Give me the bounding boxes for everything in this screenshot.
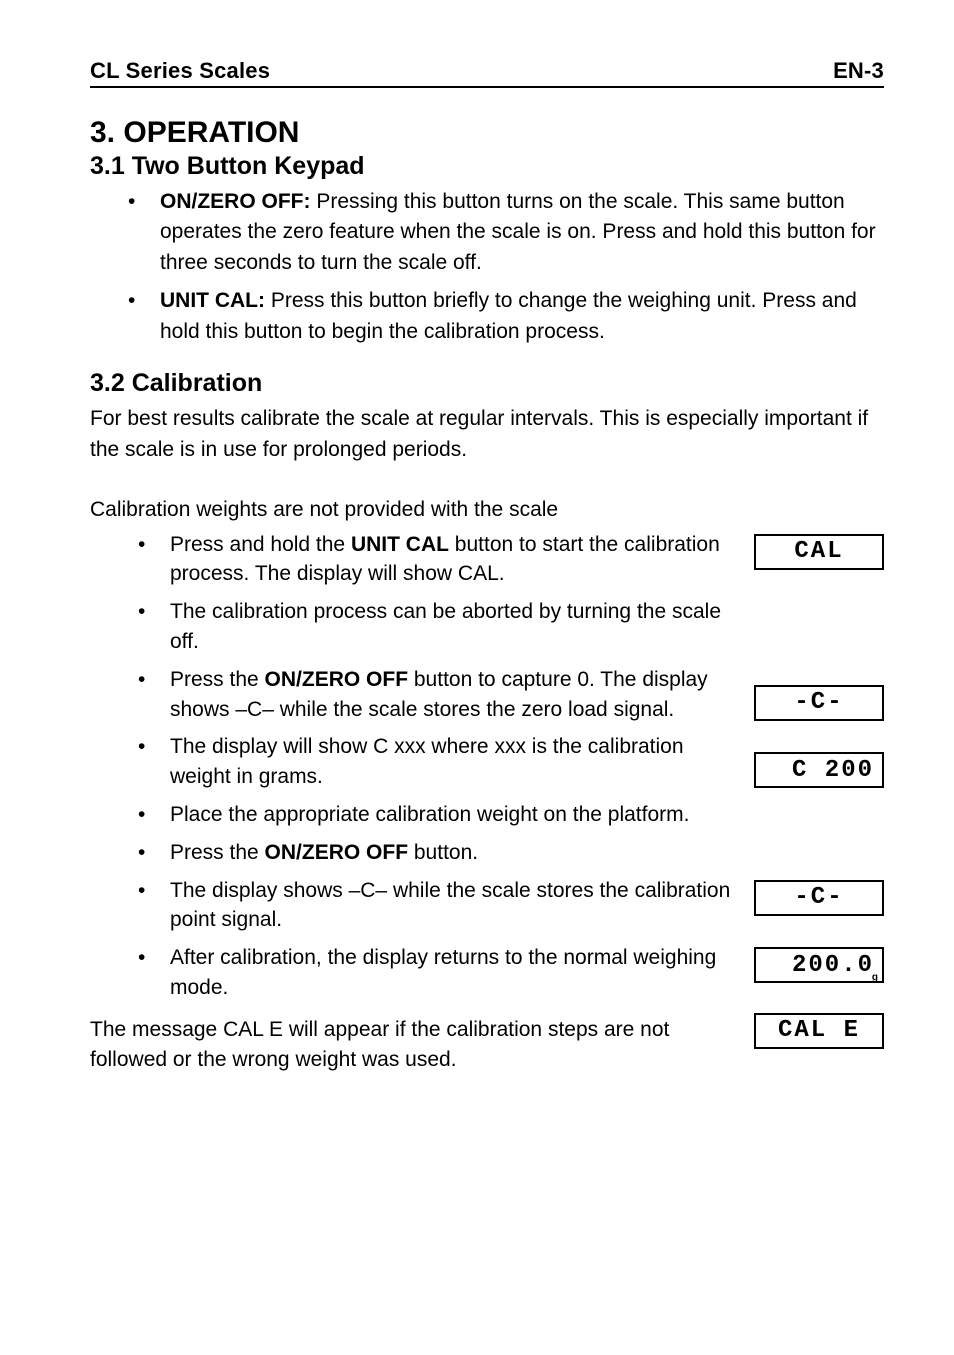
cal-step-3: Press the ON/ZERO OFF button to capture … [138, 665, 732, 725]
cal-step-2: The calibration process can be aborted b… [138, 597, 732, 657]
display-c-dash-2: -C- [754, 880, 884, 916]
cal-step-1: Press and hold the UNIT CAL button to st… [138, 530, 732, 590]
calibration-intro: For best results calibrate the scale at … [90, 404, 884, 465]
cal-step-6: Press the ON/ZERO OFF button. [138, 838, 732, 868]
cal-step-1-bold: UNIT CAL [351, 533, 449, 556]
cal-step-8: After calibration, the display returns t… [138, 943, 732, 1003]
cal-step-7-pre: The display shows –C– while the scale st… [170, 879, 730, 932]
cal-step-8-pre: After calibration, the display returns t… [170, 946, 716, 999]
cal-step-5: Place the appropriate calibration weight… [138, 800, 732, 830]
display-c-dash: -C- [754, 685, 884, 721]
cal-step-6-post: button. [408, 841, 478, 864]
display-200-0-value: 200.0 [792, 952, 874, 979]
display-200-0: 200.0 g [754, 947, 884, 983]
display-200-0-unit: g [872, 972, 878, 983]
subsection-calibration-heading: 3.2 Calibration [90, 369, 884, 398]
cal-step-3-pre: Press the [170, 668, 265, 691]
keypad-item-unitcal: UNIT CAL: Press this button briefly to c… [128, 286, 884, 347]
header-page: EN-3 [833, 58, 884, 84]
cal-step-1-pre: Press and hold the [170, 533, 351, 556]
cal-step-3-bold: ON/ZERO OFF [265, 668, 409, 691]
cal-step-6-bold: ON/ZERO OFF [265, 841, 409, 864]
display-c-200: C 200 [754, 752, 884, 788]
keypad-item-onzero: ON/ZERO OFF: Pressing this button turns … [128, 187, 884, 278]
onzero-label: ON/ZERO OFF: [160, 190, 311, 213]
page-header: CL Series Scales EN-3 [90, 58, 884, 88]
unitcal-label: UNIT CAL: [160, 289, 265, 312]
display-cal: CAL [754, 534, 884, 570]
cal-step-4-pre: The display will show C xxx where xxx is… [170, 735, 684, 788]
cal-step-6-pre: Press the [170, 841, 265, 864]
header-title: CL Series Scales [90, 58, 270, 84]
display-cal-e: CAL E [754, 1013, 884, 1049]
cal-step-5-pre: Place the appropriate calibration weight… [170, 803, 689, 826]
cal-step-2-pre: The calibration process can be aborted b… [170, 600, 721, 653]
keypad-list: ON/ZERO OFF: Pressing this button turns … [90, 187, 884, 347]
subsection-keypad-heading: 3.1 Two Button Keypad [90, 152, 884, 181]
cal-step-4: The display will show C xxx where xxx is… [138, 732, 732, 792]
unitcal-text: Press this button briefly to change the … [160, 289, 857, 342]
calibration-error-note: The message CAL E will appear if the cal… [90, 1015, 732, 1076]
section-heading: 3. OPERATION [90, 116, 884, 150]
cal-step-7: The display shows –C– while the scale st… [138, 876, 732, 936]
calibration-note: Calibration weights are not provided wit… [90, 495, 884, 525]
